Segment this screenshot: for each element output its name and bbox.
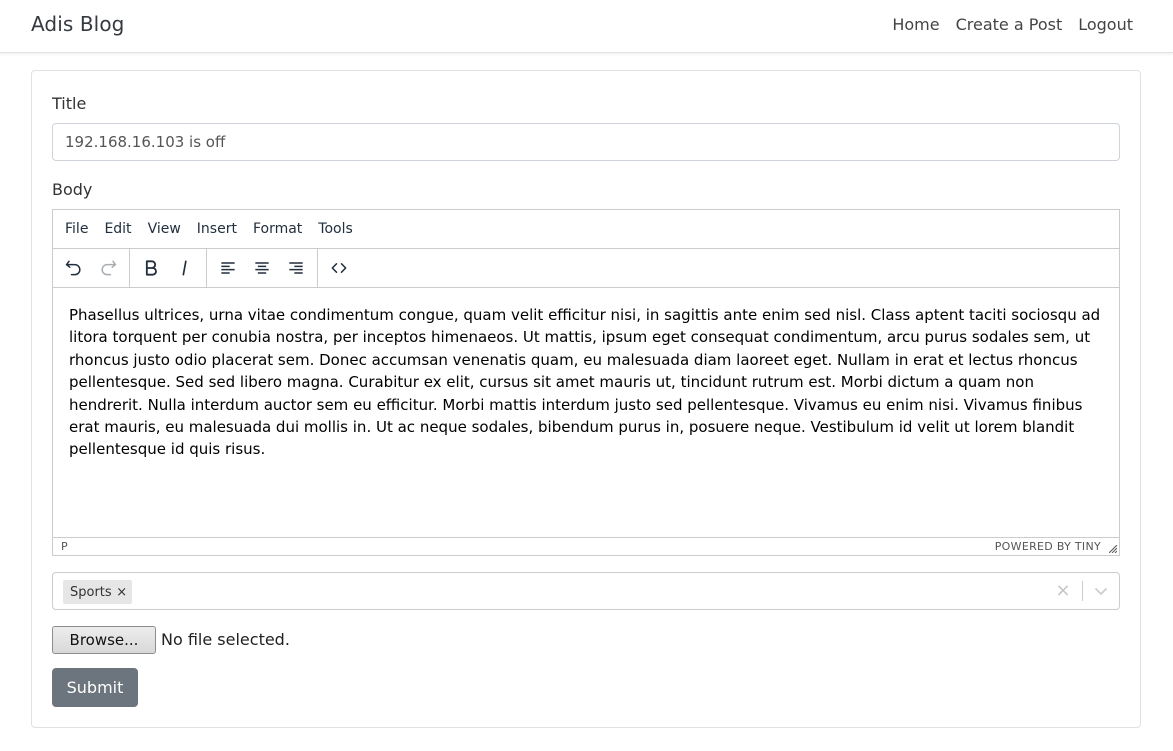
post-form-card: Title 192.168.16.103 is off Body File Ed… bbox=[31, 70, 1141, 728]
nav-links: Home Create a Post Logout bbox=[892, 15, 1133, 34]
browse-button[interactable]: Browse... bbox=[52, 626, 156, 654]
file-status: No file selected. bbox=[161, 630, 290, 649]
align-group bbox=[207, 249, 318, 287]
menu-insert[interactable]: Insert bbox=[189, 221, 245, 237]
editor-statusbar: P POWERED BY TINY bbox=[53, 537, 1119, 555]
editor-content[interactable]: Phasellus ultrices, urna vitae condiment… bbox=[69, 304, 1109, 461]
menu-file[interactable]: File bbox=[57, 221, 96, 237]
powered-by-link[interactable]: POWERED BY TINY bbox=[995, 540, 1101, 553]
bold-icon[interactable] bbox=[134, 253, 168, 283]
brand-link[interactable]: Adis Blog bbox=[31, 12, 124, 36]
history-group bbox=[53, 249, 130, 287]
tag-chip: Sports × bbox=[63, 580, 132, 604]
remove-tag-icon[interactable]: × bbox=[112, 585, 132, 600]
menu-tools[interactable]: Tools bbox=[310, 221, 361, 237]
navbar: Adis Blog Home Create a Post Logout bbox=[0, 0, 1173, 53]
editor-menubar: File Edit View Insert Format Tools bbox=[53, 210, 1119, 249]
nav-home-link[interactable]: Home bbox=[892, 15, 939, 34]
menu-view[interactable]: View bbox=[140, 221, 189, 237]
align-right-icon[interactable] bbox=[279, 253, 313, 283]
rich-text-editor: File Edit View Insert Format Tools Phase… bbox=[52, 209, 1120, 556]
title-label: Title bbox=[52, 94, 87, 113]
element-path[interactable]: P bbox=[61, 540, 68, 553]
code-icon[interactable] bbox=[322, 253, 356, 283]
nav-logout-link[interactable]: Logout bbox=[1078, 15, 1133, 34]
format-group bbox=[130, 249, 207, 287]
chevron-down-icon[interactable] bbox=[1093, 583, 1109, 599]
body-label: Body bbox=[52, 180, 93, 199]
undo-icon[interactable] bbox=[57, 253, 91, 283]
align-left-icon[interactable] bbox=[211, 253, 245, 283]
clear-tags-icon[interactable]: × bbox=[1055, 582, 1071, 600]
code-group bbox=[318, 249, 360, 287]
submit-button[interactable]: Submit bbox=[52, 668, 138, 707]
align-center-icon[interactable] bbox=[245, 253, 279, 283]
nav-create-post-link[interactable]: Create a Post bbox=[956, 15, 1063, 34]
tag-chip-label: Sports bbox=[70, 584, 112, 600]
redo-icon[interactable] bbox=[91, 253, 125, 283]
indicator-separator bbox=[1082, 581, 1083, 601]
tag-select[interactable]: Sports × × bbox=[52, 572, 1120, 610]
title-input[interactable]: 192.168.16.103 is off bbox=[52, 123, 1120, 161]
editor-toolbar bbox=[53, 249, 1119, 288]
italic-icon[interactable] bbox=[168, 253, 202, 283]
menu-edit[interactable]: Edit bbox=[96, 221, 139, 237]
menu-format[interactable]: Format bbox=[245, 221, 310, 237]
resize-handle-icon[interactable] bbox=[1109, 545, 1117, 553]
